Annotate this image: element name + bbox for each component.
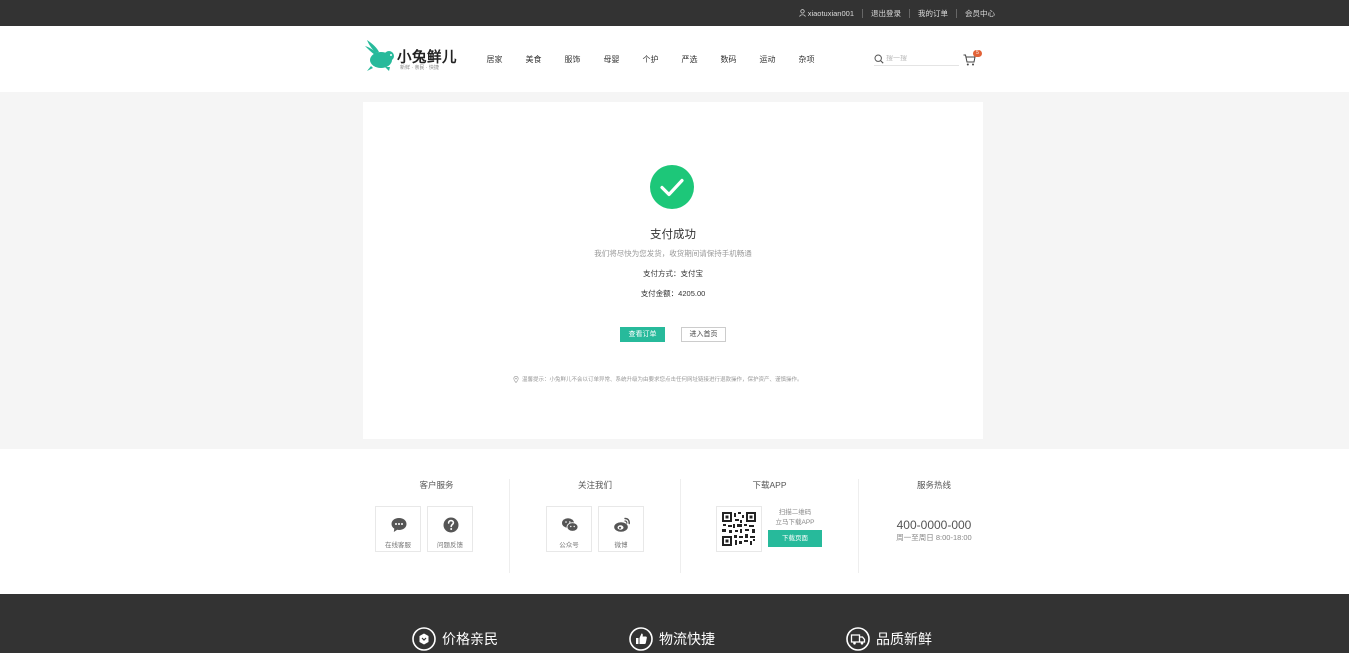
nav-item-baby[interactable]: 母婴 xyxy=(592,54,631,65)
cart-badge: 5 xyxy=(973,50,982,57)
warm-notice: 温馨提示：小兔鲜儿不会以订单异常、系统升级为由要求您点击任何网址链接进行退款操作… xyxy=(513,375,803,383)
search-input[interactable] xyxy=(886,55,956,62)
hotline-title: 服务热线 xyxy=(916,480,951,490)
nav-item-sports[interactable]: 运动 xyxy=(748,54,787,65)
rabbit-logo-icon xyxy=(365,40,394,71)
qr-code xyxy=(716,506,762,552)
wechat-button[interactable]: 公众号 xyxy=(546,506,592,552)
wechat-label: 公众号 xyxy=(559,542,579,549)
download-app-title: 下载APP xyxy=(752,480,787,490)
top-bar: xiaotuxian001 退出登录 我的订单 会员中心 xyxy=(0,0,1349,26)
weibo-button[interactable]: 微博 xyxy=(598,506,644,552)
column-divider xyxy=(858,479,859,573)
feature-logistics-label: 物流快捷 xyxy=(659,631,715,647)
qr-code-image xyxy=(721,511,757,547)
download-page-button[interactable]: 下载页面 xyxy=(768,530,822,547)
feature-quality: 品质新鲜 xyxy=(846,627,932,651)
location-pin-icon xyxy=(513,375,519,383)
price-tag-icon xyxy=(412,627,436,651)
online-service-label: 在线客服 xyxy=(385,542,411,549)
payment-result-card: 支付成功 我们将尽快为您发货，收货期间请保持手机畅通 支付方式：支付宝 支付金额… xyxy=(363,102,983,439)
delivery-truck-icon xyxy=(846,627,870,651)
follow-us-title: 关注我们 xyxy=(577,480,612,490)
user-icon xyxy=(799,9,806,17)
search-box xyxy=(874,52,959,66)
weibo-label: 微博 xyxy=(614,542,628,549)
nav-item-food[interactable]: 美食 xyxy=(514,54,553,65)
feature-logistics: 物流快捷 xyxy=(629,627,715,651)
nav-item-home[interactable]: 居家 xyxy=(475,54,514,65)
nav-item-digital[interactable]: 数码 xyxy=(709,54,748,65)
chat-bubble-icon xyxy=(391,518,407,532)
payment-title: 支付成功 xyxy=(650,229,696,241)
footer: 价格亲民 物流快捷 品质新鲜 xyxy=(0,594,1349,653)
feedback-button[interactable]: 问题反馈 xyxy=(427,506,473,552)
question-circle-icon xyxy=(443,517,459,533)
download-app-text: 立马下载APP xyxy=(775,519,815,526)
logout-link[interactable]: 退出登录 xyxy=(862,8,909,18)
hotline-number: 400-0000-000 xyxy=(896,518,972,532)
go-home-button[interactable]: 进入首页 xyxy=(681,327,726,342)
thumbs-up-icon xyxy=(629,627,653,651)
check-circle-icon xyxy=(650,165,694,209)
view-order-button[interactable]: 查看订单 xyxy=(620,327,665,342)
payment-tip: 我们将尽快为您发货，收货期间请保持手机畅通 xyxy=(594,249,752,258)
nav-item-apparel[interactable]: 服饰 xyxy=(553,54,592,65)
member-center-link[interactable]: 会员中心 xyxy=(956,8,1003,18)
feedback-label: 问题反馈 xyxy=(437,542,463,549)
scan-qr-text: 扫描二维码 xyxy=(778,509,812,516)
notice-text: 温馨提示：小兔鲜儿不会以订单异常、系统升级为由要求您点击任何网址链接进行退款操作… xyxy=(522,377,803,383)
nav-item-personal-care[interactable]: 个护 xyxy=(631,54,670,65)
feature-price-label: 价格亲民 xyxy=(442,631,498,647)
username-text: xiaotuxian001 xyxy=(807,8,854,18)
follow-us-column: 关注我们 xyxy=(510,479,680,574)
nav-item-selection[interactable]: 严选 xyxy=(670,54,709,65)
cart-button[interactable]: 5 xyxy=(963,50,985,67)
payment-method: 支付方式：支付宝 xyxy=(643,269,703,278)
logo[interactable]: 小兔鲜儿 新鲜 · 亲民 · 快捷 xyxy=(363,38,463,74)
my-orders-link[interactable]: 我的订单 xyxy=(909,8,956,18)
nav-item-misc[interactable]: 杂项 xyxy=(787,54,826,65)
header: 小兔鲜儿 新鲜 · 亲民 · 快捷 居家 美食 服饰 母婴 个护 严选 数码 运… xyxy=(0,26,1349,92)
service-hours: 周一至周日 8:00-18:00 xyxy=(896,533,972,542)
feature-price: 价格亲民 xyxy=(412,627,498,651)
username-link[interactable]: xiaotuxian001 xyxy=(791,9,862,18)
online-service-button[interactable]: 在线客服 xyxy=(375,506,421,552)
top-nav: xiaotuxian001 退出登录 我的订单 会员中心 xyxy=(791,0,1003,26)
logo-slogan: 新鲜 · 亲民 · 快捷 xyxy=(400,65,439,71)
payment-amount: 支付金额：4205.00 xyxy=(640,289,706,298)
customer-service-title: 客户服务 xyxy=(419,480,454,490)
wechat-icon xyxy=(562,518,579,532)
category-nav: 居家 美食 服饰 母婴 个护 严选 数码 运动 杂项 xyxy=(475,54,826,65)
weibo-icon xyxy=(614,517,630,532)
search-icon xyxy=(874,53,884,64)
feature-quality-label: 品质新鲜 xyxy=(876,631,932,647)
